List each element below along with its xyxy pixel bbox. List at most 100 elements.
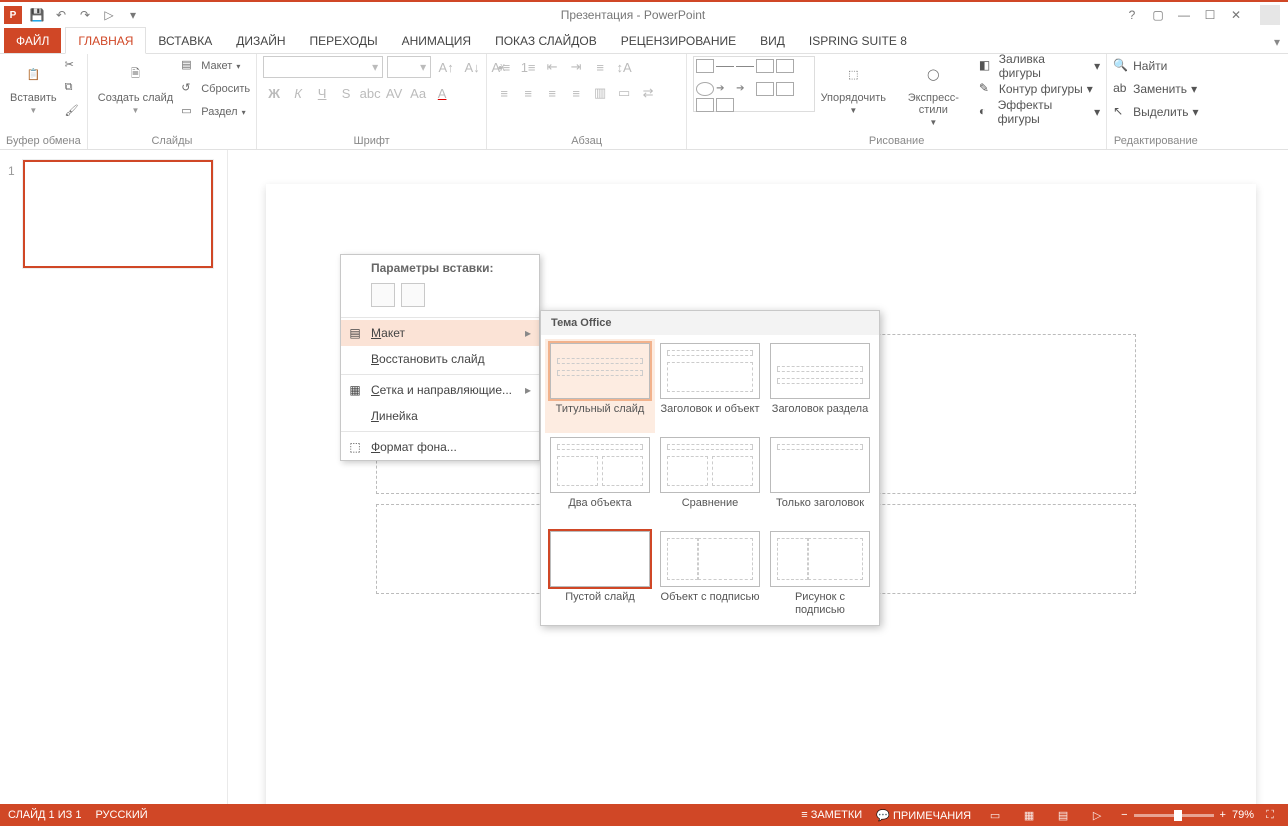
effects-icon: ◐ (979, 104, 994, 120)
status-slide-count[interactable]: СЛАЙД 1 ИЗ 1 (8, 809, 81, 821)
change-case-button[interactable]: Aa (407, 82, 429, 104)
ctx-layout[interactable]: ▤ Макет ▸ (341, 320, 539, 346)
layout-title-only[interactable]: Только заголовок (765, 433, 875, 527)
shape-outline-button[interactable]: ✎Контур фигуры▾ (979, 79, 1100, 99)
layout-title-slide[interactable]: Титульный слайд (545, 339, 655, 433)
status-comments[interactable]: 💬 ПРИМЕЧАНИЯ (876, 809, 971, 822)
tab-ispring[interactable]: ISPRING SUITE 8 (797, 28, 919, 53)
status-language[interactable]: РУССКИЙ (95, 809, 147, 821)
ribbon-collapse-icon[interactable]: ▾ (1266, 31, 1288, 53)
ctx-background[interactable]: ⬚ Формат фона... (341, 434, 539, 460)
app-icon: P (4, 6, 22, 24)
strike-button[interactable]: S (335, 82, 357, 104)
account-avatar[interactable] (1260, 5, 1280, 25)
new-slide-button[interactable]: 🗎 Создать слайд ▼ (94, 56, 177, 117)
slide-panel[interactable]: 1 (0, 150, 228, 804)
start-slideshow-icon[interactable]: ▷ (100, 6, 118, 24)
tab-file[interactable]: ФАЙЛ (4, 28, 61, 53)
paste-option-1[interactable] (371, 283, 395, 307)
ctx-ruler[interactable]: Линейка (341, 403, 539, 429)
zoom-out-icon[interactable]: − (1121, 809, 1127, 821)
select-button[interactable]: ↖Выделить▾ (1113, 102, 1198, 122)
ctx-restore[interactable]: Восстановить слайд (341, 346, 539, 372)
arrange-button[interactable]: ⬚ Упорядочить ▼ (819, 56, 888, 117)
tab-animations[interactable]: АНИМАЦИЯ (390, 28, 483, 53)
view-reading-icon[interactable]: ▤ (1053, 807, 1073, 823)
justify-button[interactable]: ≡ (565, 82, 587, 104)
tab-review[interactable]: РЕЦЕНЗИРОВАНИЕ (609, 28, 748, 53)
view-slideshow-icon[interactable]: ▷ (1087, 807, 1107, 823)
bold-button[interactable]: Ж (263, 82, 285, 104)
font-size-combo[interactable]: ▾ (387, 56, 431, 78)
slide-number: 1 (8, 164, 15, 178)
layout-section-header[interactable]: Заголовок раздела (765, 339, 875, 433)
qat-customize-icon[interactable]: ▾ (124, 6, 142, 24)
shadow-button[interactable]: abc (359, 82, 381, 104)
numbers-button[interactable]: 1≡ (517, 56, 539, 78)
font-family-combo[interactable]: ▾ (263, 56, 383, 78)
tab-insert[interactable]: ВСТАВКА (146, 28, 224, 53)
close-icon[interactable]: ✕ (1228, 7, 1244, 23)
copy-button[interactable]: ⧉ (65, 79, 81, 99)
find-button[interactable]: 🔍Найти (1113, 56, 1198, 76)
layout-blank[interactable]: Пустой слайд (545, 527, 655, 621)
ribbon-display-icon[interactable]: ▢ (1150, 7, 1166, 23)
bullets-button[interactable]: •≡ (493, 56, 515, 78)
char-spacing-button[interactable]: AV (383, 82, 405, 104)
columns-button[interactable]: ▥ (589, 82, 611, 104)
tab-design[interactable]: ДИЗАЙН (224, 28, 297, 53)
shape-effects-button[interactable]: ◐Эффекты фигуры▾ (979, 102, 1100, 122)
tab-home[interactable]: ГЛАВНАЯ (65, 27, 146, 54)
undo-icon[interactable]: ↶ (52, 6, 70, 24)
zoom-value[interactable]: 79% (1232, 809, 1254, 821)
tab-view[interactable]: ВИД (748, 28, 797, 53)
underline-button[interactable]: Ч (311, 82, 333, 104)
shrink-font-button[interactable]: A↓ (461, 56, 483, 78)
format-painter-button[interactable]: 🖌 (65, 102, 81, 122)
ctx-grid[interactable]: ▦ Сетка и направляющие... ▸ (341, 377, 539, 403)
tab-slideshow[interactable]: ПОКАЗ СЛАЙДОВ (483, 28, 609, 53)
align-right-button[interactable]: ≡ (541, 82, 563, 104)
replace-button[interactable]: abЗаменить▾ (1113, 79, 1198, 99)
decrease-indent-button[interactable]: ⇤ (541, 56, 563, 78)
status-notes[interactable]: ≡ ЗАМЕТКИ (801, 809, 862, 821)
shapes-gallery[interactable] (693, 56, 815, 112)
section-button[interactable]: ▭Раздел▾ (181, 102, 250, 122)
quick-styles-icon: ◯ (917, 58, 949, 90)
view-sorter-icon[interactable]: ▦ (1019, 807, 1039, 823)
quick-styles-button[interactable]: ◯ Экспресс-стили ▼ (892, 56, 975, 129)
zoom-in-icon[interactable]: + (1220, 809, 1226, 821)
fit-to-window-icon[interactable]: ⛶ (1260, 807, 1280, 823)
tab-transitions[interactable]: ПЕРЕХОДЫ (298, 28, 390, 53)
maximize-icon[interactable]: ☐ (1202, 7, 1218, 23)
align-text-button[interactable]: ▭ (613, 82, 635, 104)
view-normal-icon[interactable]: ▭ (985, 807, 1005, 823)
redo-icon[interactable]: ↷ (76, 6, 94, 24)
layout-title-content[interactable]: Заголовок и объект (655, 339, 765, 433)
shape-fill-button[interactable]: ◧Заливка фигуры▾ (979, 56, 1100, 76)
paste-option-2[interactable] (401, 283, 425, 307)
text-direction-button[interactable]: ↕A (613, 56, 635, 78)
layout-content-caption[interactable]: Объект с подписью (655, 527, 765, 621)
font-color-button[interactable]: A (431, 82, 453, 104)
zoom-slider[interactable] (1134, 814, 1214, 817)
grow-font-button[interactable]: A↑ (435, 56, 457, 78)
layout-button[interactable]: ▤Макет▾ (181, 56, 250, 76)
layout-comparison[interactable]: Сравнение (655, 433, 765, 527)
increase-indent-button[interactable]: ⇥ (565, 56, 587, 78)
layout-picture-caption[interactable]: Рисунок с подписью (765, 527, 875, 621)
smartart-button[interactable]: ⇄ (637, 82, 659, 104)
slide-thumbnail[interactable] (23, 160, 213, 268)
layout-two-content[interactable]: Два объекта (545, 433, 655, 527)
italic-button[interactable]: К (287, 82, 309, 104)
minimize-icon[interactable]: — (1176, 7, 1192, 23)
line-spacing-button[interactable]: ≡ (589, 56, 611, 78)
align-center-button[interactable]: ≡ (517, 82, 539, 104)
align-left-button[interactable]: ≡ (493, 82, 515, 104)
paste-button[interactable]: 📋 Вставить ▼ (6, 56, 61, 117)
zoom-control[interactable]: − + 79% ⛶ (1121, 807, 1280, 823)
help-icon[interactable]: ? (1124, 7, 1140, 23)
cut-button[interactable]: ✂ (65, 56, 81, 76)
reset-button[interactable]: ↺Сбросить (181, 79, 250, 99)
save-icon[interactable]: 💾 (28, 6, 46, 24)
